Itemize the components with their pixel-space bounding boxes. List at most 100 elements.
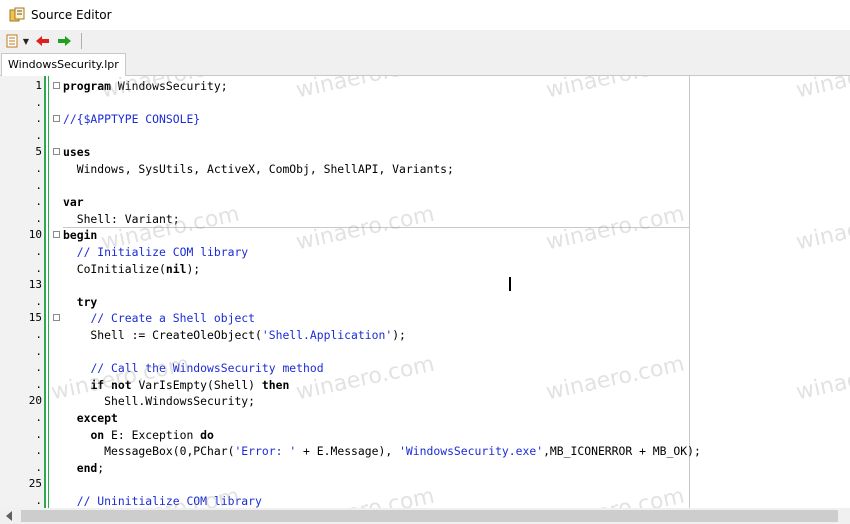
code-line: . except [0,410,850,427]
line-number: 13 [28,278,42,292]
code-token: Windows, SysUtils, ActiveX, ComObj, Shel… [63,162,454,176]
code-text: Shell := CreateOleObject('Shell.Applicat… [63,327,406,344]
code-token: + E.Message), [296,444,400,459]
source-editor-icon [8,6,26,24]
code-text: Windows, SysUtils, ActiveX, ComObj, Shel… [63,161,454,178]
text-caret [509,277,511,291]
jump-list-icon[interactable] [3,32,21,50]
window-title: Source Editor [31,8,112,22]
fold-toggle-icon[interactable] [53,82,60,89]
line-number: 15 [28,311,42,325]
code-text: try [63,294,98,311]
code-token: ); [392,328,406,342]
code-text: uses [63,144,90,161]
code-token: // Uninitialize COM library [76,494,262,508]
code-text: // Call the WindowsSecurity method [63,360,324,377]
code-text: begin [63,227,97,244]
code-line: 1 program WindowsSecurity; [0,78,850,95]
line-number: . [35,178,42,192]
scroll-left-icon[interactable] [6,511,12,521]
code-line: . CoInitialize(nil); [0,261,850,278]
code-line: . // Uninitialize COM library [0,493,850,508]
code-text: MessageBox(0,PChar('Error: ' + E.Message… [63,443,701,460]
fold-toggle-icon[interactable] [53,231,60,239]
code-text: // Initialize COM library [63,244,248,261]
code-token: 'Shell.Application' [261,328,393,342]
line-number: . [35,195,42,209]
line-number: . [35,361,42,375]
toolbar-divider [81,33,82,49]
line-number: 10 [28,228,42,242]
fold-toggle-icon[interactable] [53,314,60,322]
code-text: end; [63,460,104,477]
code-line: . [0,178,850,195]
code-token: var [63,195,84,210]
code-token: program [63,79,112,93]
code-editor[interactable]: 1 program WindowsSecurity;.. //{$APPTYPE C… [0,76,850,508]
line-number: . [35,211,42,225]
code-line: 25 [0,476,850,493]
code-token: CoInitialize( [63,261,166,276]
code-line: . end; [0,460,850,477]
code-token: Shell := CreateOleObject( [63,328,262,342]
code-text: Shell.WindowsSecurity; [63,393,255,410]
code-line: . //{$APPTYPE CONSOLE} [0,111,850,128]
code-token: Shell.WindowsSecurity; [63,394,256,409]
fold-toggle-icon[interactable] [53,115,60,123]
line-number: . [35,344,42,358]
section-divider [63,227,690,229]
code-line: . MessageBox(0,PChar('Error: ' + E.Messa… [0,443,850,460]
code-line: . [0,128,850,145]
code-line: . Shell: Variant; [0,211,850,228]
horizontal-scrollbar[interactable] [0,508,850,524]
fold-toggle-icon[interactable] [53,148,60,156]
scrollbar-thumb[interactable] [21,510,838,522]
code-text: CoInitialize(nil); [63,261,200,278]
code-line: 10 begin [0,227,850,244]
code-token: // Initialize COM library [76,245,249,259]
code-text: except [63,410,118,427]
tab-windowssecurity[interactable]: WindowsSecurity.lpr [1,53,126,76]
code-token: ,MB_ICONERROR + MB_OK); [543,444,701,459]
code-line: . Windows, SysUtils, ActiveX, ComObj, Sh… [0,161,850,178]
code-token: VarIsEmpty(Shell) [131,377,262,392]
code-line: . var [0,194,850,211]
code-line: . [0,344,850,361]
code-text: var [63,194,84,211]
code-line: . // Initialize COM library [0,244,850,261]
code-token: Shell: Variant; [63,211,180,226]
code-token: try [76,294,98,309]
line-number: 5 [35,145,42,159]
back-arrow-icon[interactable] [34,32,52,50]
code-token: //{$APPTYPE CONSOLE} [63,112,201,127]
code-token: on [90,427,105,442]
code-line: 13 [0,277,850,294]
code-token: MessageBox(0,PChar( [63,444,235,459]
title-bar: Source Editor [0,0,850,30]
code-token: ; [97,460,105,475]
code-token: // Create a Shell object [90,311,256,326]
forward-arrow-icon[interactable] [55,32,73,50]
code-token: ); [186,261,201,276]
code-text: program WindowsSecurity; [63,78,228,95]
code-line: . if not VarIsEmpty(Shell) then [0,377,850,394]
line-number: 20 [28,394,42,408]
code-token: E: Exception [104,427,201,442]
line-number: . [35,95,42,109]
tab-strip: WindowsSecurity.lpr [0,52,850,76]
line-number: . [35,460,42,474]
chevron-down-icon[interactable]: ▼ [21,32,31,50]
code-token: // Call the WindowsSecurity method [90,361,324,376]
code-text: // Create a Shell object [63,310,255,327]
code-line: . Shell := CreateOleObject('Shell.Applic… [0,327,850,344]
code-token: if not [90,377,132,392]
code-line: 15 // Create a Shell object [0,310,850,327]
code-token: do [200,427,214,442]
line-number: . [35,162,42,175]
